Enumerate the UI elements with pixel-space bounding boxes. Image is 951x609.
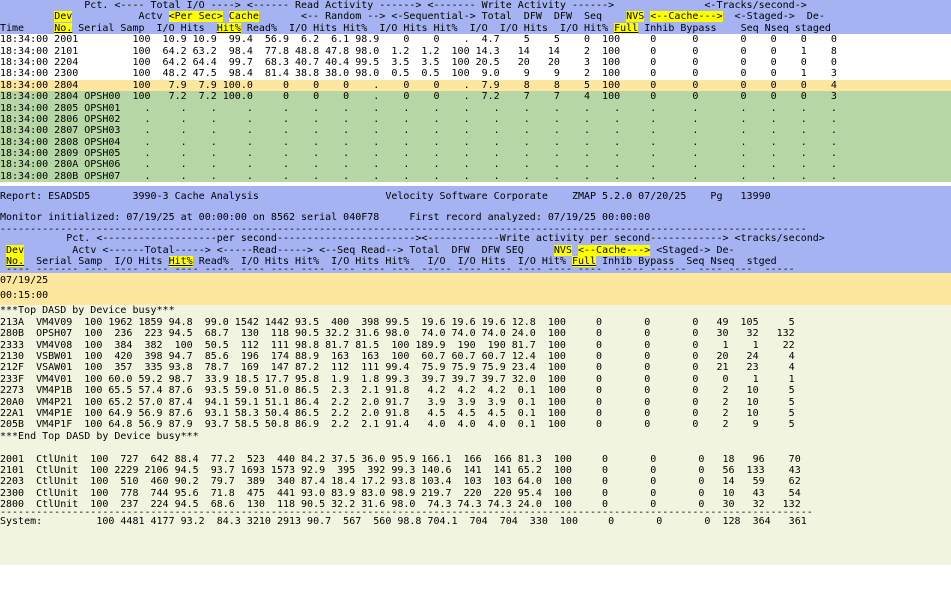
hdr-text: Inhib Bypass Seq Nseq stged — [596, 256, 777, 268]
top-header-line-1: Pct. <---- Total I/O ----> <------ Read … — [0, 0, 807, 11]
top-dasd-start: ***Top DASD by Device busy*** — [0, 305, 175, 317]
hdr-text: Serial Samp I/O Hits — [24, 256, 169, 268]
top-rows-green: 18:34:00 2804 OPSH00 100 7.2 7.2 100.0 0… — [0, 91, 951, 183]
device-row[interactable]: 18:34:00 280B OPSH07 . . . . . . . . . .… — [0, 171, 951, 182]
device-row[interactable]: 18:34:00 2101 100 64.2 63.2 98.4 77.8 48… — [0, 46, 951, 57]
dasd-row[interactable]: 212F VSAW01 100 357 335 93.8 78.7 169 14… — [0, 362, 951, 373]
dev-column-header[interactable]: Dev — [6, 244, 25, 256]
interval-time: 00:15:00 — [0, 290, 49, 302]
top-header-line-2: Dev Actv <Per Sec> Cache <-- Random --> … — [0, 11, 951, 23]
ctlunit-row[interactable]: 2101 CtlUnit 100 2229 2106 94.5 93.7 169… — [0, 465, 951, 476]
hdr-text: Read% I/O Hits Hit% I/O Hits Hit% I/O I/… — [240, 22, 615, 34]
top-rows-white: 18:34:00 2001 100 10.9 10.9 99.4 56.9 6.… — [0, 34, 951, 80]
report-title-line: Report: ESADSD5 3990-3 Cache Analysis Ve… — [0, 191, 771, 203]
dasd-row[interactable]: 22A1 VM4P1E 100 64.9 56.9 87.6 93.1 58.3… — [0, 408, 951, 419]
top-dasd-end: ***End Top DASD by Device busy*** — [0, 430, 199, 442]
hdr-text: <Staged-> De- — [650, 244, 735, 256]
top-header: Pct. <---- Total I/O ----> <------ Read … — [0, 0, 951, 35]
dev-column-header[interactable]: Dev — [54, 11, 73, 23]
cache-group-header[interactable]: <--Cache---> — [650, 11, 723, 23]
hdr-text: Actv — [72, 11, 169, 23]
dasd-row[interactable]: 2273 VM4P1B 100 65.5 57.4 87.6 93.5 59.0… — [0, 385, 951, 396]
device-row[interactable]: 18:34:00 280A OPSH06 . . . . . . . . . .… — [0, 159, 951, 170]
system-total-row[interactable]: System: 100 4481 4177 93.2 84.3 3210 291… — [0, 516, 951, 527]
dasd-row[interactable]: 2333 VM4V08 100 384 382 100 50.5 112 111… — [0, 340, 951, 351]
ctlunit-row[interactable]: 2203 CtlUnit 100 510 460 90.2 79.7 389 3… — [0, 476, 951, 487]
nvs-column-header[interactable]: NVS — [626, 11, 645, 23]
hdr-text: Time — [0, 22, 55, 34]
hdr-text: Read% I/O Hits Hit% I/O Hits Hit% I/O I/… — [192, 256, 572, 268]
hdr-text — [0, 11, 54, 22]
interval-date: 07/19/25 — [0, 275, 49, 287]
bottom-header-line-3: No. Serial Samp I/O Hits Hit% Read% I/O … — [0, 256, 951, 268]
ctlunit-row[interactable]: 2800 CtlUnit 100 237 224 94.5 68.6 130 1… — [0, 499, 951, 510]
device-row[interactable]: 18:34:00 2804 OPSH00 100 7.2 7.2 100.0 0… — [0, 91, 951, 102]
bottom-header-line-2: Dev Actv <------Total-----> <-----Read--… — [0, 244, 951, 256]
device-row[interactable]: 18:34:00 2001 100 10.9 10.9 99.4 56.9 6.… — [0, 34, 951, 45]
ctlunit-row[interactable]: 2001 CtlUnit 100 727 642 88.4 77.2 523 4… — [0, 454, 951, 465]
cache-group-header[interactable]: <--Cache---> — [578, 244, 651, 256]
full-column-header[interactable]: Full — [614, 22, 639, 34]
dasd-row[interactable]: 280B OPSH07 100 236 223 94.5 68.7 130 11… — [0, 328, 951, 339]
dasd-row[interactable]: 213A VM4V09 100 1962 1859 94.8 99.0 1542… — [0, 317, 951, 328]
dasd-row[interactable]: 233F VM4V01 100 60.0 59.2 98.7 33.9 18.5… — [0, 374, 951, 385]
dasd-row[interactable]: 205B VM4P1F 100 64.8 56.9 87.9 93.7 58.5… — [0, 419, 951, 430]
terminal-screen: Pct. <---- Total I/O ----> <------ Read … — [0, 0, 951, 609]
monitor-init-line: Monitor initialized: 07/19/25 at 00:00:0… — [0, 212, 651, 224]
hit-pct-column-header[interactable]: Hit% — [168, 256, 193, 268]
top-header-line-3: Time No. Serial Samp I/O Hits Hit% Read%… — [0, 22, 951, 34]
hdr-text: Inhib Bypass Seq Nseq staged — [638, 22, 831, 34]
per-sec-column-header[interactable]: <Per Sec> — [168, 11, 223, 23]
nvs-column-header[interactable]: NVS — [553, 244, 572, 256]
hdr-text: Actv <------Total-----> <-----Read----->… — [24, 244, 554, 256]
bottom-data: ***Top DASD by Device busy*** 213A VM4V0… — [0, 305, 951, 566]
interval-banner: 07/19/25 00:15:00 — [0, 273, 951, 306]
dasd-row[interactable]: 2130 VSBW01 100 420 398 94.7 85.6 196 17… — [0, 351, 951, 362]
device-row[interactable]: 18:34:00 2204 100 64.2 64.4 99.7 68.3 40… — [0, 57, 951, 68]
bottom-header-line-1: Pct. <-------------------per second-----… — [0, 233, 825, 245]
device-row[interactable]: 18:34:00 2807 OPSH03 . . . . . . . . . .… — [0, 125, 951, 136]
no-column-header[interactable]: No. — [54, 22, 73, 34]
dasd-row[interactable]: 20A0 VM4P21 100 65.2 57.0 87.4 94.1 59.1… — [0, 397, 951, 408]
cache-column-header[interactable]: Cache — [228, 11, 259, 23]
hdr-text: <-Staged-> De- — [722, 11, 825, 23]
ctlunit-row[interactable]: 2300 CtlUnit 100 778 744 95.6 71.8 475 4… — [0, 488, 951, 499]
hdr-text — [223, 11, 229, 22]
hdr-text: Serial Samp I/O Hits — [72, 22, 217, 34]
report-header: Report: ESADSD5 3990-3 Cache Analysis Ve… — [0, 186, 951, 274]
no-column-header[interactable]: No. — [6, 256, 25, 268]
device-row[interactable]: 18:34:00 2809 OPSH05 . . . . . . . . . .… — [0, 148, 951, 159]
device-row[interactable]: 18:34:00 2806 OPSH02 . . . . . . . . . .… — [0, 114, 951, 125]
device-row[interactable]: 18:34:00 2805 OPSH01 . . . . . . . . . .… — [0, 103, 951, 114]
device-row[interactable]: 18:34:00 2300 100 48.2 47.5 98.4 81.4 38… — [0, 68, 951, 79]
hdr-text: <-- Random --> <-Sequential-> Total DFW … — [258, 11, 627, 23]
device-row[interactable]: 18:34:00 2808 OPSH04 . . . . . . . . . .… — [0, 137, 951, 148]
device-row-selected[interactable]: 18:34:00 2804 100 7.9 7.9 100.0 0 0 0 . … — [0, 79, 951, 92]
hit-pct-column-header[interactable]: Hit% — [216, 22, 241, 34]
full-column-header[interactable]: Full — [571, 256, 597, 268]
